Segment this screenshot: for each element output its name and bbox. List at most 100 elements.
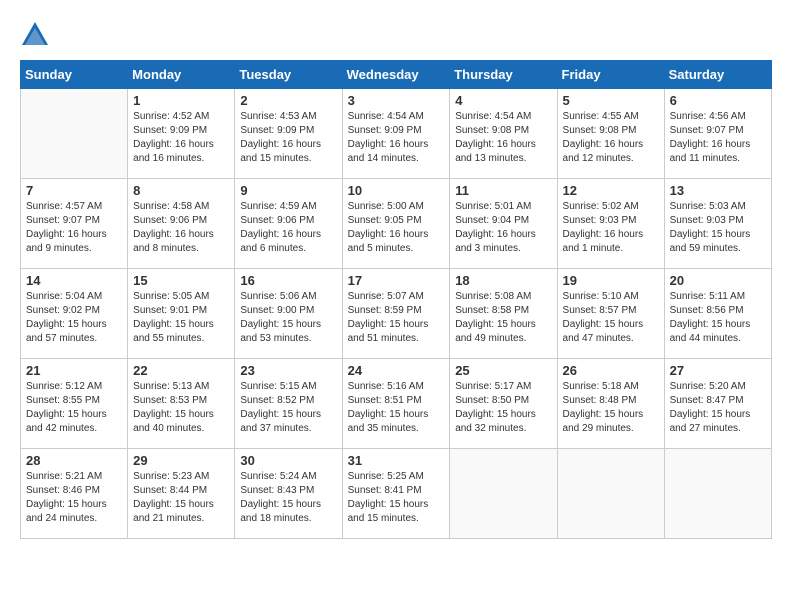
day-info: Sunrise: 4:53 AM Sunset: 9:09 PM Dayligh…	[240, 110, 336, 166]
day-info: Sunrise: 4:54 AM Sunset: 9:09 PM Dayligh…	[348, 110, 445, 166]
calendar-cell: 9 Sunrise: 4:59 AM Sunset: 9:06 PM Daylig…	[235, 179, 342, 269]
day-number: 7	[26, 183, 122, 198]
day-info: Sunrise: 5:06 AM Sunset: 9:00 PM Dayligh…	[240, 290, 336, 346]
day-info: Sunrise: 5:21 AM Sunset: 8:46 PM Dayligh…	[26, 470, 122, 526]
day-number: 25	[455, 363, 551, 378]
calendar-cell: 8 Sunrise: 4:58 AM Sunset: 9:06 PM Daylig…	[128, 179, 235, 269]
day-info: Sunrise: 5:10 AM Sunset: 8:57 PM Dayligh…	[563, 290, 659, 346]
day-info: Sunrise: 5:12 AM Sunset: 8:55 PM Dayligh…	[26, 380, 122, 436]
day-info: Sunrise: 5:05 AM Sunset: 9:01 PM Dayligh…	[133, 290, 229, 346]
calendar-cell	[664, 449, 771, 539]
day-number: 19	[563, 273, 659, 288]
day-number: 15	[133, 273, 229, 288]
calendar-cell: 20 Sunrise: 5:11 AM Sunset: 8:56 PM Dayli…	[664, 269, 771, 359]
day-info: Sunrise: 4:52 AM Sunset: 9:09 PM Dayligh…	[133, 110, 229, 166]
calendar-cell: 1 Sunrise: 4:52 AM Sunset: 9:09 PM Daylig…	[128, 89, 235, 179]
day-number: 16	[240, 273, 336, 288]
day-info: Sunrise: 5:20 AM Sunset: 8:47 PM Dayligh…	[670, 380, 766, 436]
day-info: Sunrise: 5:04 AM Sunset: 9:02 PM Dayligh…	[26, 290, 122, 346]
day-info: Sunrise: 5:23 AM Sunset: 8:44 PM Dayligh…	[133, 470, 229, 526]
day-info: Sunrise: 5:13 AM Sunset: 8:53 PM Dayligh…	[133, 380, 229, 436]
day-number: 5	[563, 93, 659, 108]
day-info: Sunrise: 5:15 AM Sunset: 8:52 PM Dayligh…	[240, 380, 336, 436]
day-info: Sunrise: 5:18 AM Sunset: 8:48 PM Dayligh…	[563, 380, 659, 436]
day-info: Sunrise: 4:57 AM Sunset: 9:07 PM Dayligh…	[26, 200, 122, 256]
day-info: Sunrise: 4:59 AM Sunset: 9:06 PM Dayligh…	[240, 200, 336, 256]
weekday-header-friday: Friday	[557, 61, 664, 89]
day-number: 18	[455, 273, 551, 288]
calendar-cell: 24Sunrise: 5:16 AM Sunset: 8:51 PM Dayli…	[342, 359, 450, 449]
calendar-cell	[21, 89, 128, 179]
day-number: 23	[240, 363, 336, 378]
day-number: 31	[348, 453, 445, 468]
week-row-3: 14 Sunrise: 5:04 AM Sunset: 9:02 PM Dayli…	[21, 269, 772, 359]
logo-icon	[20, 20, 50, 50]
calendar-cell: 4 Sunrise: 4:54 AM Sunset: 9:08 PM Daylig…	[450, 89, 557, 179]
calendar-cell	[450, 449, 557, 539]
day-number: 21	[26, 363, 122, 378]
day-number: 6	[670, 93, 766, 108]
calendar-cell: 22 Sunrise: 5:13 AM Sunset: 8:53 PM Dayli…	[128, 359, 235, 449]
day-info: Sunrise: 4:58 AM Sunset: 9:06 PM Dayligh…	[133, 200, 229, 256]
day-number: 2	[240, 93, 336, 108]
weekday-header-saturday: Saturday	[664, 61, 771, 89]
day-info: Sunrise: 5:03 AM Sunset: 9:03 PM Dayligh…	[670, 200, 766, 256]
day-number: 17	[348, 273, 445, 288]
calendar-cell: 7 Sunrise: 4:57 AM Sunset: 9:07 PM Daylig…	[21, 179, 128, 269]
day-number: 20	[670, 273, 766, 288]
weekday-header-tuesday: Tuesday	[235, 61, 342, 89]
calendar-cell: 11 Sunrise: 5:01 AM Sunset: 9:04 PM Dayli…	[450, 179, 557, 269]
day-info: Sunrise: 4:55 AM Sunset: 9:08 PM Dayligh…	[563, 110, 659, 166]
day-info: Sunrise: 5:08 AM Sunset: 8:58 PM Dayligh…	[455, 290, 551, 346]
day-number: 11	[455, 183, 551, 198]
day-info: Sunrise: 5:00 AM Sunset: 9:05 PM Dayligh…	[348, 200, 445, 256]
calendar-cell: 2 Sunrise: 4:53 AM Sunset: 9:09 PM Daylig…	[235, 89, 342, 179]
calendar-cell: 3Sunrise: 4:54 AM Sunset: 9:09 PM Daylig…	[342, 89, 450, 179]
weekday-header-monday: Monday	[128, 61, 235, 89]
calendar-cell: 28Sunrise: 5:21 AM Sunset: 8:46 PM Dayli…	[21, 449, 128, 539]
week-row-5: 28Sunrise: 5:21 AM Sunset: 8:46 PM Dayli…	[21, 449, 772, 539]
day-info: Sunrise: 5:24 AM Sunset: 8:43 PM Dayligh…	[240, 470, 336, 526]
calendar-cell: 23 Sunrise: 5:15 AM Sunset: 8:52 PM Dayli…	[235, 359, 342, 449]
calendar-cell: 21 Sunrise: 5:12 AM Sunset: 8:55 PM Dayli…	[21, 359, 128, 449]
week-row-2: 7 Sunrise: 4:57 AM Sunset: 9:07 PM Daylig…	[21, 179, 772, 269]
calendar-cell: 17 Sunrise: 5:07 AM Sunset: 8:59 PM Dayli…	[342, 269, 450, 359]
calendar-cell: 26 Sunrise: 5:18 AM Sunset: 8:48 PM Dayli…	[557, 359, 664, 449]
day-number: 14	[26, 273, 122, 288]
calendar-cell: 14 Sunrise: 5:04 AM Sunset: 9:02 PM Dayli…	[21, 269, 128, 359]
calendar-cell: 13Sunrise: 5:03 AM Sunset: 9:03 PM Dayli…	[664, 179, 771, 269]
day-info: Sunrise: 4:54 AM Sunset: 9:08 PM Dayligh…	[455, 110, 551, 166]
day-number: 10	[348, 183, 445, 198]
day-number: 22	[133, 363, 229, 378]
day-info: Sunrise: 5:11 AM Sunset: 8:56 PM Dayligh…	[670, 290, 766, 346]
day-info: Sunrise: 5:07 AM Sunset: 8:59 PM Dayligh…	[348, 290, 445, 346]
calendar-cell: 12Sunrise: 5:02 AM Sunset: 9:03 PM Dayli…	[557, 179, 664, 269]
calendar-cell: 5 Sunrise: 4:55 AM Sunset: 9:08 PM Daylig…	[557, 89, 664, 179]
day-number: 12	[563, 183, 659, 198]
calendar-cell: 6 Sunrise: 4:56 AM Sunset: 9:07 PM Daylig…	[664, 89, 771, 179]
calendar-cell: 31 Sunrise: 5:25 AM Sunset: 8:41 PM Dayli…	[342, 449, 450, 539]
header	[20, 20, 772, 50]
calendar-cell: 25 Sunrise: 5:17 AM Sunset: 8:50 PM Dayli…	[450, 359, 557, 449]
day-info: Sunrise: 5:01 AM Sunset: 9:04 PM Dayligh…	[455, 200, 551, 256]
weekday-header-sunday: Sunday	[21, 61, 128, 89]
day-number: 26	[563, 363, 659, 378]
day-number: 30	[240, 453, 336, 468]
day-number: 8	[133, 183, 229, 198]
day-number: 9	[240, 183, 336, 198]
logo	[20, 20, 54, 50]
day-info: Sunrise: 5:25 AM Sunset: 8:41 PM Dayligh…	[348, 470, 445, 526]
day-number: 29	[133, 453, 229, 468]
day-number: 24	[348, 363, 445, 378]
weekday-header-wednesday: Wednesday	[342, 61, 450, 89]
week-row-1: 1 Sunrise: 4:52 AM Sunset: 9:09 PM Daylig…	[21, 89, 772, 179]
calendar-cell: 16 Sunrise: 5:06 AM Sunset: 9:00 PM Dayli…	[235, 269, 342, 359]
day-number: 4	[455, 93, 551, 108]
calendar-table: SundayMondayTuesdayWednesdayThursdayFrid…	[20, 60, 772, 539]
calendar-cell: 18 Sunrise: 5:08 AM Sunset: 8:58 PM Dayli…	[450, 269, 557, 359]
day-info: Sunrise: 5:17 AM Sunset: 8:50 PM Dayligh…	[455, 380, 551, 436]
calendar-cell: 15 Sunrise: 5:05 AM Sunset: 9:01 PM Dayli…	[128, 269, 235, 359]
day-number: 27	[670, 363, 766, 378]
day-info: Sunrise: 4:56 AM Sunset: 9:07 PM Dayligh…	[670, 110, 766, 166]
day-number: 1	[133, 93, 229, 108]
